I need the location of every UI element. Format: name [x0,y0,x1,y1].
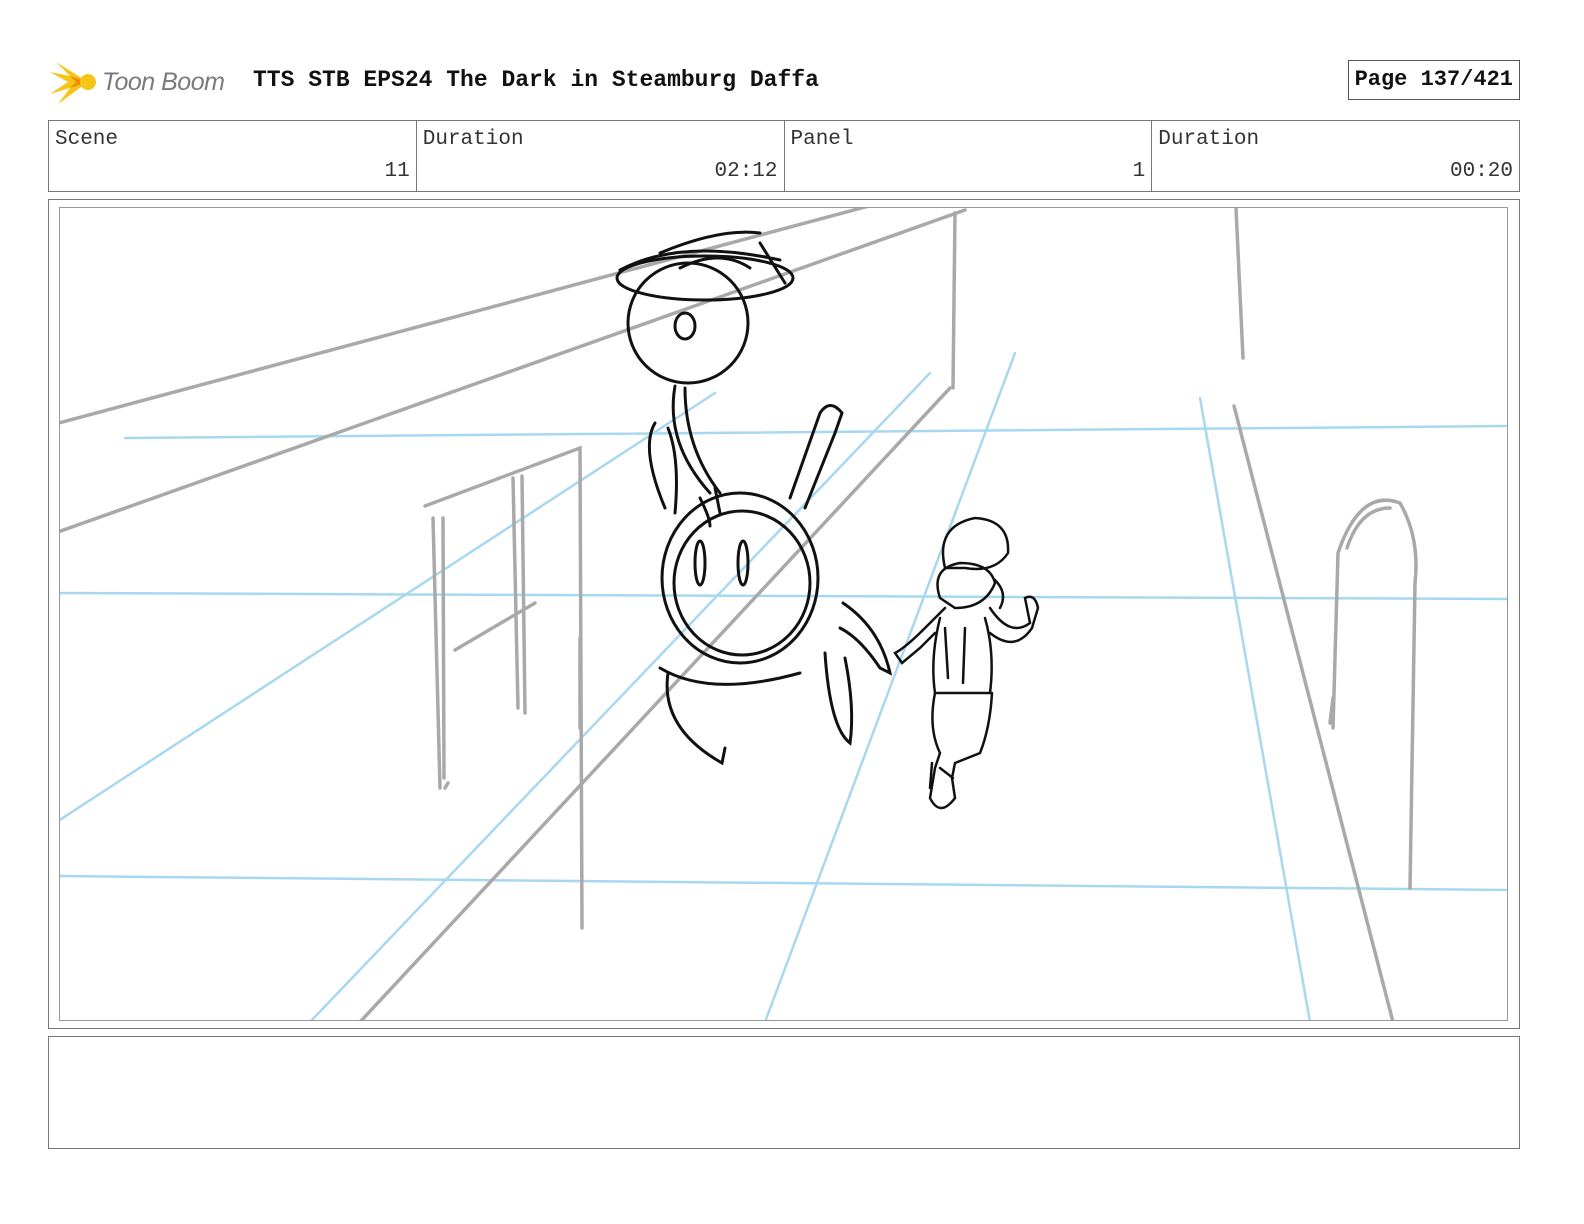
toon-boom-logo: Toon Boom [48,56,225,108]
panel-label: Panel [790,128,854,151]
document-title: TTS STB EPS24 The Dark in Steamburg Daff… [253,67,819,93]
storyboard-panel-frame [48,199,1520,1029]
scene-cell: Scene 11 [49,121,417,191]
scene-duration-value: 02:12 [714,160,778,183]
starburst-icon [50,62,96,104]
panel-value: 1 [1132,160,1146,183]
shot-info-table: Scene 11 Duration 02:12 Panel 1 Duration… [48,120,1520,192]
sketch-canvas [60,208,1507,1020]
panel-duration-label: Duration [1158,128,1260,151]
page-indicator: Page 137/421 [1347,60,1520,100]
scene-duration-label: Duration [422,128,524,151]
background-architecture [60,208,1418,1020]
panel-duration-value: 00:20 [1449,160,1513,183]
scene-value: 11 [384,160,410,183]
scene-label: Scene [55,128,119,151]
panel-notes-box [48,1036,1520,1149]
scene-duration-cell: Duration 02:12 [417,121,785,191]
running-boy-character [893,516,1040,810]
panel-duration-cell: Duration 00:20 [1152,121,1519,191]
storyboard-header: Toon Boom TTS STB EPS24 The Dark in Stea… [48,52,1520,108]
panel-cell: Panel 1 [785,121,1153,191]
storyboard-drawing [59,207,1508,1021]
logo-text: Toon Boom [102,67,225,96]
